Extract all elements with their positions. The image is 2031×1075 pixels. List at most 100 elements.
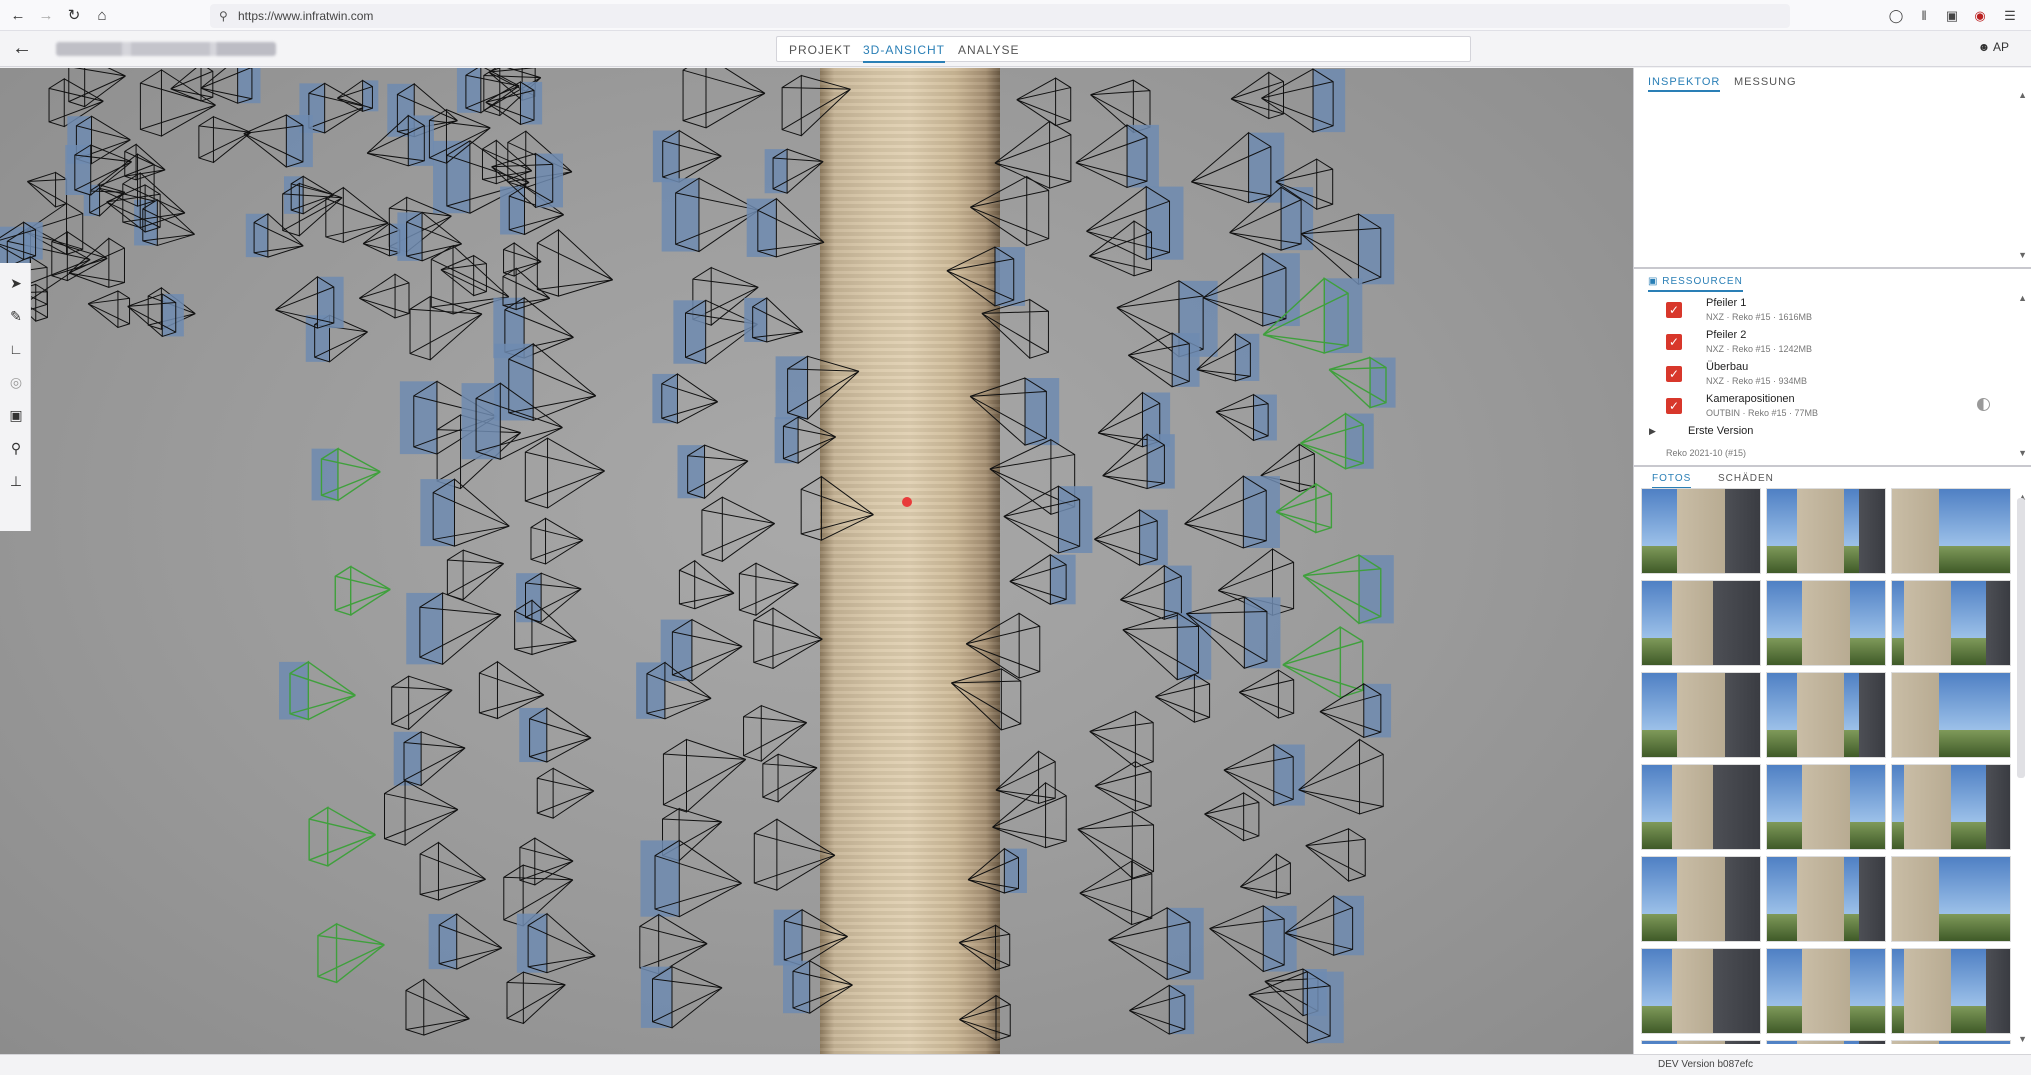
camera-frustum[interactable] [1284, 894, 1364, 956]
camera-frustum[interactable] [1122, 612, 1212, 681]
camera-frustum[interactable] [524, 437, 605, 509]
camera-frustum[interactable] [959, 994, 1011, 1042]
camera-frustum[interactable] [536, 767, 595, 819]
camera-frustum[interactable] [494, 342, 597, 422]
photo-thumbnail[interactable] [1891, 488, 2011, 574]
camera-frustum[interactable] [1016, 77, 1072, 127]
photo-thumbnail[interactable] [1891, 672, 2011, 758]
camera-frustum[interactable] [530, 517, 584, 565]
camera-frustum[interactable] [516, 912, 596, 974]
photo-thumbnail[interactable] [1641, 488, 1761, 574]
reload-icon[interactable]: ↻ [64, 6, 84, 26]
camera-frustum[interactable] [753, 818, 836, 891]
camera-frustum[interactable] [1328, 356, 1396, 409]
user-menu[interactable]: ☻ AP [1978, 40, 2009, 54]
tab-analyse[interactable]: ANALYSE [958, 37, 1019, 63]
photo-thumbnail[interactable] [1766, 672, 1886, 758]
camera-frustum[interactable] [428, 913, 503, 970]
photo-thumbnail[interactable] [1641, 1040, 1761, 1044]
camera-frustum[interactable] [800, 475, 874, 541]
photo-thumbnail[interactable] [1641, 856, 1761, 942]
camera-frustum[interactable] [967, 847, 1027, 894]
camera-frustum[interactable] [134, 198, 196, 247]
camera-frustum[interactable] [405, 978, 470, 1036]
camera-frustum[interactable] [744, 296, 804, 343]
camera-frustum[interactable] [1275, 482, 1333, 534]
camera-frustum[interactable] [1155, 673, 1211, 723]
camera-frustum[interactable] [393, 730, 466, 787]
camera-frustum[interactable] [358, 273, 410, 319]
extension-icon[interactable]: ◉ [1972, 8, 1988, 24]
camera-frustum[interactable] [1086, 185, 1184, 261]
camera-frustum[interactable] [406, 592, 502, 666]
camera-frustum[interactable] [446, 549, 505, 601]
camera-frustum[interactable] [652, 129, 722, 183]
scroll-down-icon[interactable]: ▼ [2018, 448, 2027, 458]
camera-frustum[interactable] [1300, 213, 1395, 286]
home-icon[interactable]: ⌂ [92, 6, 112, 26]
camera-target-icon[interactable]: ◎ [6, 372, 26, 392]
camera-frustum[interactable] [198, 115, 252, 164]
camera-frustum[interactable] [384, 779, 459, 846]
camera-frustum[interactable] [1089, 220, 1153, 277]
camera-frustum[interactable] [26, 171, 68, 208]
camera-frustum[interactable] [536, 228, 614, 297]
camera-frustum[interactable] [1129, 984, 1195, 1035]
camera-frustum[interactable] [774, 416, 837, 464]
location-pin-icon[interactable]: ⚲ [6, 438, 26, 458]
tab-inspektor[interactable]: INSPEKTOR [1648, 72, 1721, 92]
camera-frustum[interactable] [1108, 906, 1204, 981]
camera-frustum[interactable] [1009, 553, 1076, 605]
camera-frustum[interactable] [738, 562, 799, 616]
resource-item[interactable]: ✓ Pfeiler 2 NXZ · Reko #15 · 1242MB [1666, 328, 2006, 360]
camera-frustum[interactable] [51, 230, 108, 282]
camera-frustum[interactable] [743, 704, 808, 762]
scroll-down-icon[interactable]: ▼ [2018, 1034, 2027, 1044]
camera-frustum[interactable] [68, 237, 125, 289]
camera-frustum[interactable] [284, 175, 335, 215]
camera-frustum[interactable] [1248, 970, 1344, 1044]
camera-frustum[interactable] [994, 120, 1072, 189]
tab-projekt[interactable]: PROJEKT [789, 37, 851, 63]
camera-frustum[interactable] [1120, 564, 1192, 621]
camera-frustum[interactable] [662, 738, 747, 813]
tab-messung[interactable]: MESSUNG [1734, 72, 1797, 92]
camera-frustum[interactable] [640, 965, 723, 1029]
camera-frustum[interactable] [311, 447, 381, 502]
camera-frustum[interactable] [1238, 669, 1295, 719]
3d-viewport[interactable]: ➤ ✎ ∟ ◎ ▣ ⚲ ⊥ [0, 68, 1633, 1054]
camera-frustum[interactable] [1302, 553, 1394, 625]
url-field[interactable]: ⚲ https://www.infratwin.com [210, 4, 1790, 28]
photo-thumbnail[interactable] [1766, 948, 1886, 1034]
camera-frustum[interactable] [1298, 738, 1384, 815]
opacity-toggle-icon[interactable] [1977, 398, 1990, 411]
expand-arrow-icon[interactable]: ▶ [1649, 426, 1656, 437]
select-icon[interactable]: ➤ [6, 273, 26, 293]
camera-frustum[interactable] [420, 478, 510, 547]
camera-frustum[interactable] [1261, 68, 1346, 133]
photo-thumbnail[interactable] [1891, 764, 2011, 850]
photo-thumbnail[interactable] [1766, 1040, 1886, 1044]
camera-frustum[interactable] [1209, 904, 1297, 973]
camera-frustum[interactable] [682, 68, 766, 129]
camera-frustum[interactable] [1089, 710, 1154, 768]
scroll-down-icon[interactable]: ▼ [2018, 250, 2027, 260]
scrollbar[interactable] [2017, 498, 2025, 778]
camera-frustum[interactable] [775, 355, 860, 420]
camera-frustum[interactable] [640, 839, 742, 918]
camera-frustum[interactable] [1223, 743, 1305, 807]
tab-schaeden[interactable]: SCHÄDEN [1718, 469, 1774, 489]
camera-frustum[interactable] [773, 908, 848, 967]
camera-frustum[interactable] [762, 753, 818, 803]
axes-icon[interactable]: ⊥ [6, 471, 26, 491]
camera-frustum[interactable] [1127, 332, 1200, 388]
angle-measure-icon[interactable]: ∟ [6, 339, 26, 359]
photo-thumbnail[interactable] [1766, 856, 1886, 942]
camera-frustum[interactable] [782, 959, 853, 1014]
camera-frustum[interactable] [245, 212, 304, 258]
camera-frustum[interactable] [503, 242, 542, 277]
ruler-icon[interactable]: ✎ [6, 306, 26, 326]
camera-frustum[interactable] [419, 841, 486, 901]
tab-ressourcen[interactable]: ▣ RESSOURCEN [1648, 272, 1743, 292]
camera-frustum[interactable] [1215, 393, 1277, 442]
